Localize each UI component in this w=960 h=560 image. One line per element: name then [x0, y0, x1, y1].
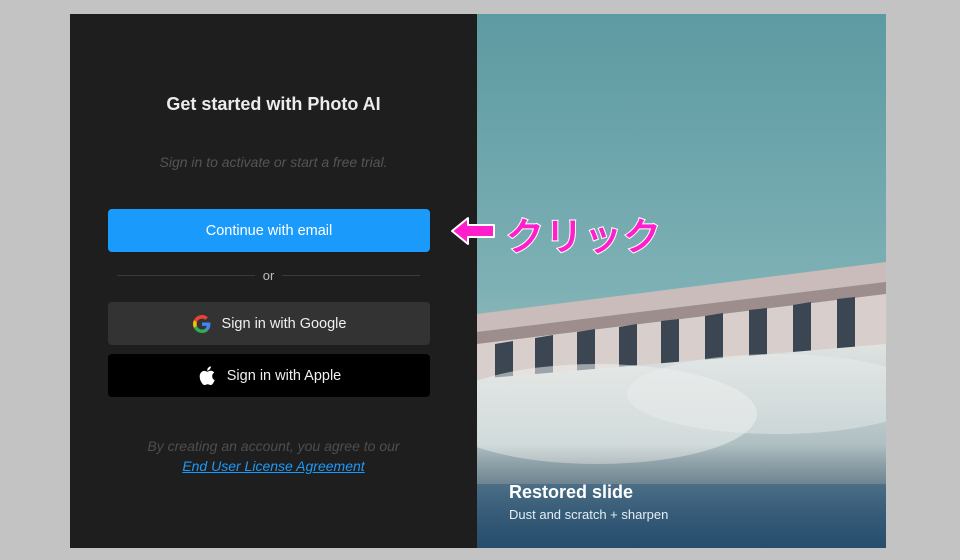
arrow-left-icon: [450, 216, 496, 251]
page-title: Get started with Photo AI: [166, 94, 381, 114]
continue-with-email-button[interactable]: Continue with email: [108, 209, 430, 252]
google-icon: [192, 314, 212, 334]
sign-in-with-google-label: Sign in with Google: [221, 315, 347, 332]
continue-with-email-label: Continue with email: [205, 222, 333, 239]
divider-text: or: [262, 268, 275, 283]
sign-in-with-apple-label: Sign in with Apple: [226, 367, 342, 384]
login-panel: Get started with Photo AI Sign in to act…: [70, 14, 477, 548]
or-divider: or: [117, 268, 420, 283]
showcase-panel: Restored slide Dust and scratch + sharpe…: [477, 14, 886, 548]
page-subtitle: Sign in to activate or start a free tria…: [159, 154, 388, 170]
apple-icon: [197, 366, 217, 386]
showcase-photo: [477, 262, 886, 548]
showcase-caption-subtitle: Dust and scratch + sharpen: [509, 507, 669, 522]
divider-line-right: [282, 275, 420, 276]
eula-link[interactable]: End User License Agreement: [182, 456, 364, 476]
sign-in-with-google-button[interactable]: Sign in with Google: [108, 302, 430, 345]
showcase-caption-title: Restored slide: [509, 482, 634, 502]
legal-text: By creating an account, you agree to our: [147, 438, 400, 454]
legal-notice: By creating an account, you agree to our…: [70, 436, 477, 476]
divider-line-left: [117, 275, 255, 276]
click-annotation: クリック: [450, 206, 662, 261]
login-window: Get started with Photo AI Sign in to act…: [70, 14, 886, 548]
annotation-text: クリック: [505, 214, 663, 260]
sign-in-with-apple-button[interactable]: Sign in with Apple: [108, 354, 430, 397]
